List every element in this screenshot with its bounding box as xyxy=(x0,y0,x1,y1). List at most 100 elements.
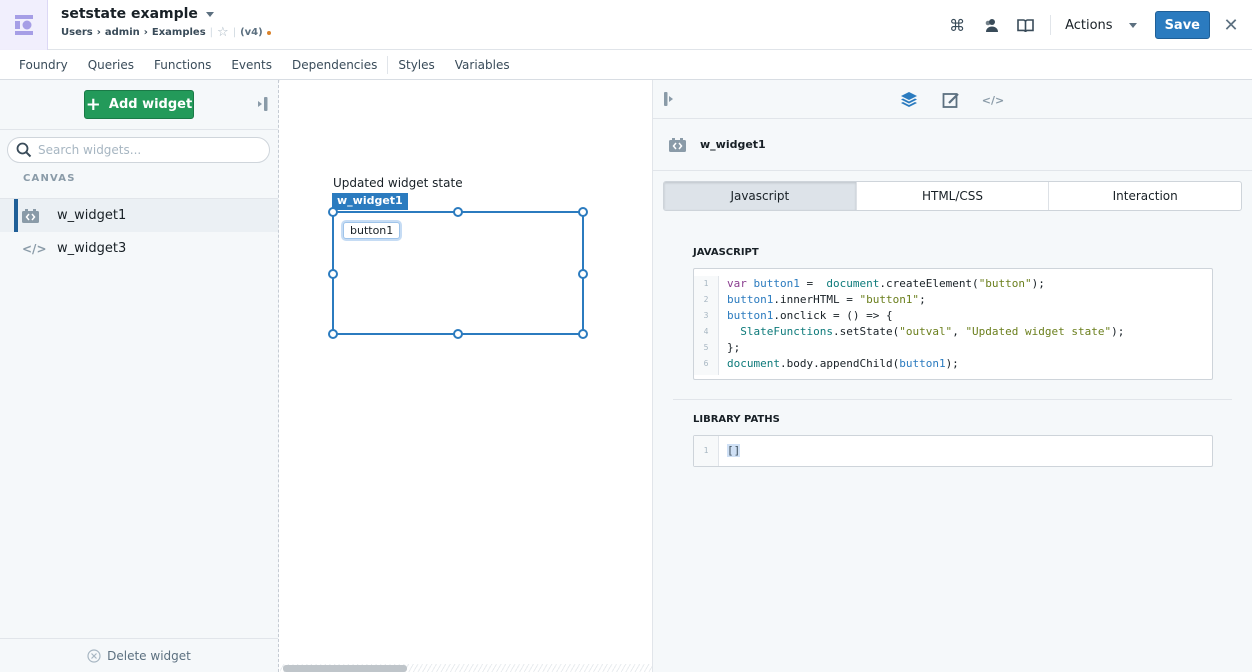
javascript-section-title: JAVASCRIPT xyxy=(693,247,759,258)
widget-list-item[interactable]: w_widget1 xyxy=(0,199,278,232)
code-line[interactable]: button1.innerHTML = "button1"; xyxy=(727,292,1124,308)
resize-handle-top[interactable] xyxy=(453,207,463,217)
breadcrumb: Users › admin › Examples | ☆ | (v4) xyxy=(61,25,271,40)
menu-item-styles[interactable]: Styles xyxy=(388,58,444,72)
library-paths-code[interactable]: [] xyxy=(719,443,741,466)
save-button[interactable]: Save xyxy=(1154,11,1210,39)
breadcrumb-item[interactable]: admin xyxy=(105,27,140,38)
code-sandbox-icon xyxy=(669,137,686,152)
resize-handle-top-left[interactable] xyxy=(328,207,338,217)
chevron-right-icon: › xyxy=(143,27,148,38)
close-icon[interactable]: ✕ xyxy=(1210,10,1252,40)
line-number: 6 xyxy=(703,359,709,368)
divider: | xyxy=(232,27,237,38)
version-label[interactable]: (v4) xyxy=(240,27,263,38)
chevron-down-icon[interactable] xyxy=(205,11,214,17)
code-line[interactable]: [] xyxy=(727,443,741,459)
book-icon[interactable] xyxy=(1008,10,1042,40)
actions-label: Actions xyxy=(1065,17,1113,33)
star-icon[interactable]: ☆ xyxy=(217,25,229,40)
app-logo[interactable] xyxy=(0,0,48,50)
code-icon[interactable]: </> xyxy=(982,90,1004,110)
selected-widget-header: w_widget1 xyxy=(653,119,1252,171)
library-paths-section-title: LIBRARY PATHS xyxy=(693,414,780,425)
widget-name: w_widget1 xyxy=(57,208,127,223)
code-sandbox-icon xyxy=(22,208,39,223)
line-number: 4 xyxy=(703,327,709,336)
resize-handle-right[interactable] xyxy=(578,269,588,279)
properties-header: </> xyxy=(653,80,1252,119)
line-number: 1 xyxy=(703,279,709,288)
menu-item-events[interactable]: Events xyxy=(221,58,282,72)
code-icon: </> xyxy=(22,241,47,256)
code-line[interactable]: var button1 = document.createElement("bu… xyxy=(727,276,1124,292)
canvas-area[interactable]: Updated widget state w_widget1 button1 xyxy=(280,80,652,672)
button1[interactable]: button1 xyxy=(343,222,401,239)
tab-interaction[interactable]: Interaction xyxy=(1049,182,1241,210)
menu-item-variables[interactable]: Variables xyxy=(445,58,520,72)
tab-html-css[interactable]: HTML/CSS xyxy=(857,182,1050,210)
tab-javascript[interactable]: Javascript xyxy=(664,182,857,210)
resize-handle-left[interactable] xyxy=(328,269,338,279)
resize-handle-bottom-right[interactable] xyxy=(578,329,588,339)
document-title[interactable]: setstate example xyxy=(61,6,271,22)
javascript-code[interactable]: var button1 = document.createElement("bu… xyxy=(719,276,1124,375)
unsaved-indicator xyxy=(266,30,271,35)
resize-handle-bottom-left[interactable] xyxy=(328,329,338,339)
selected-widget-tag[interactable]: w_widget1 xyxy=(332,193,408,210)
line-numbers: 1 xyxy=(694,436,719,466)
code-line[interactable]: document.body.appendChild(button1); xyxy=(727,356,1124,372)
delete-widget-label: Delete widget xyxy=(107,648,191,663)
code-line[interactable]: }; xyxy=(727,340,1124,356)
add-widget-button[interactable]: + Add widget xyxy=(84,90,194,119)
expand-panel-icon[interactable] xyxy=(664,91,674,107)
widget-list-item[interactable]: </> w_widget3 xyxy=(0,232,278,265)
people-icon[interactable] xyxy=(974,10,1008,40)
search-widgets-field[interactable] xyxy=(7,137,270,163)
edit-style-icon[interactable] xyxy=(941,90,961,110)
chevron-down-icon xyxy=(1128,22,1137,28)
chevron-right-icon: › xyxy=(96,27,101,38)
title-area: setstate example Users › admin › Example… xyxy=(61,6,271,40)
widgets-panel: + Add widget CANVAS w_widget1 </> w_widg… xyxy=(0,80,279,672)
divider: | xyxy=(209,27,214,38)
widgets-panel-header: + Add widget xyxy=(0,80,278,130)
properties-panel: </> w_widget1 Javascript HTML/CSS Intera… xyxy=(652,80,1252,672)
breadcrumb-item[interactable]: Examples xyxy=(152,27,206,38)
divider xyxy=(1050,15,1052,35)
delete-circle-icon xyxy=(87,648,101,663)
menu-item-foundry[interactable]: Foundry xyxy=(9,58,78,72)
code-line[interactable]: button1.onclick = () => { xyxy=(727,308,1124,324)
menu-item-dependencies[interactable]: Dependencies xyxy=(282,58,387,72)
code-line[interactable]: SlateFunctions.setState("outval", "Updat… xyxy=(727,324,1124,340)
divider xyxy=(673,399,1232,400)
line-number: 5 xyxy=(703,343,709,352)
selected-widget-name[interactable]: w_widget1 xyxy=(700,138,766,151)
resize-handle-bottom[interactable] xyxy=(453,329,463,339)
actions-menu-button[interactable]: Actions xyxy=(1059,18,1143,33)
delete-widget-button[interactable]: Delete widget xyxy=(0,638,278,672)
command-icon[interactable]: ⌘ xyxy=(940,10,974,40)
line-number: 3 xyxy=(703,311,709,320)
resize-handle-top-right[interactable] xyxy=(578,207,588,217)
menu-item-functions[interactable]: Functions xyxy=(144,58,221,72)
search-widgets-input[interactable] xyxy=(38,143,258,157)
toolbar: ⌘ Actions Save ✕ xyxy=(940,0,1252,50)
add-widget-label: Add widget xyxy=(108,97,193,112)
javascript-editor[interactable]: 1 2 3 4 5 6 var button1 = document.createElem… xyxy=(693,268,1213,380)
slate-app-icon xyxy=(14,15,33,35)
search-icon xyxy=(16,142,32,158)
layers-icon[interactable] xyxy=(899,90,919,110)
widget-name: w_widget3 xyxy=(57,241,127,256)
menu-bar: Foundry Queries Functions Events Depende… xyxy=(0,50,1252,80)
breadcrumb-item[interactable]: Users xyxy=(61,27,93,38)
line-numbers: 1 2 3 4 5 6 xyxy=(694,276,719,375)
library-paths-editor[interactable]: 1 [] xyxy=(693,435,1213,467)
canvas-section-label: CANVAS xyxy=(0,163,278,199)
scrollbar-thumb[interactable] xyxy=(283,665,407,672)
plus-icon: + xyxy=(85,93,101,115)
selected-widget-frame[interactable]: button1 xyxy=(328,207,588,339)
properties-tabs: </> xyxy=(899,90,1004,110)
collapse-panel-icon[interactable] xyxy=(258,96,268,112)
menu-item-queries[interactable]: Queries xyxy=(78,58,144,72)
